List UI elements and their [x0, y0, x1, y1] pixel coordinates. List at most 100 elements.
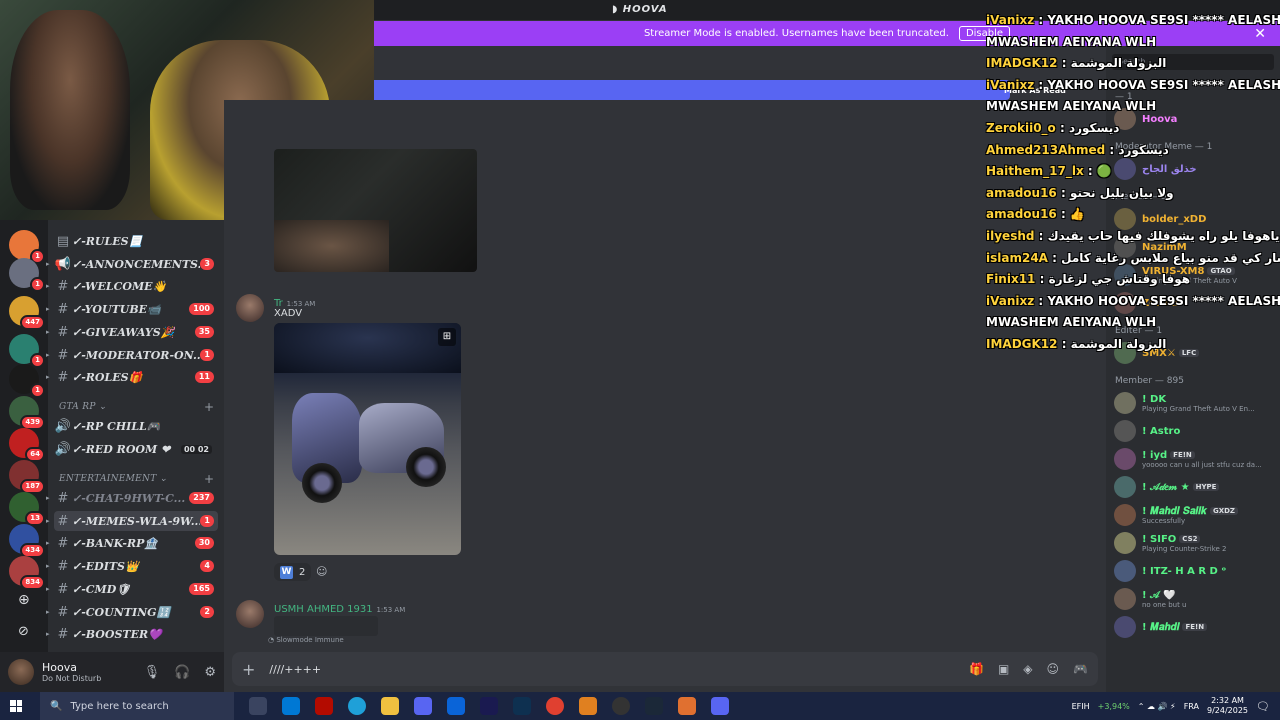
collapse-arrow-icon[interactable]: ▸	[46, 517, 50, 525]
member-item[interactable]: ! Astro	[1114, 418, 1278, 444]
channel-item[interactable]: # ✓-WELCOME👋	[54, 276, 218, 296]
illustrator-icon[interactable]	[315, 697, 333, 715]
clock[interactable]: 2:32 AM 9/24/2025	[1207, 696, 1248, 716]
edge-icon[interactable]	[348, 697, 366, 715]
member-item[interactable]: ! iyd FE!N yooooo can u all just stfu cuz …	[1114, 446, 1278, 472]
keyboard-layout[interactable]: FRA	[1184, 702, 1199, 711]
gift-icon[interactable]: 🎁	[969, 662, 984, 676]
collapse-arrow-icon[interactable]: ▸	[46, 630, 50, 638]
add-channel-icon[interactable]: +	[204, 472, 214, 486]
explore-icon[interactable]: ⊘	[18, 624, 29, 639]
chrome-icon[interactable]	[546, 697, 564, 715]
windows-start-icon[interactable]	[10, 700, 22, 712]
channel-item[interactable]: # ✓-CMD🛡 165	[54, 579, 218, 599]
discord-icon[interactable]	[711, 697, 729, 715]
member-item[interactable]: ! SIFO CS2 Playing Counter-Strike 2	[1114, 530, 1278, 556]
notifications-icon[interactable]: 🗨	[1256, 700, 1270, 713]
message-avatar[interactable]	[236, 294, 264, 322]
task-view-icon[interactable]	[249, 697, 267, 715]
collapse-arrow-icon[interactable]: ▸	[46, 328, 50, 336]
app-icon[interactable]	[579, 697, 597, 715]
stock-widget[interactable]: +3,94%	[1098, 702, 1130, 711]
overlay-chat-text: : ديسكورد	[1105, 142, 1169, 157]
obs-icon[interactable]	[612, 697, 630, 715]
collapse-arrow-icon[interactable]: ▸	[46, 351, 50, 359]
add-server-icon[interactable]: ⊕	[18, 592, 30, 608]
channel-item[interactable]: # ✓-MEMES-WLA-9W... 1	[54, 511, 218, 531]
channel-item[interactable]: # ✓-BANK-RP🏦 30	[54, 533, 218, 553]
collapse-arrow-icon[interactable]: ▸	[46, 585, 50, 593]
tray-icons[interactable]: ⌃ ☁ 🔊 ⚡	[1138, 702, 1176, 711]
channel-item[interactable]: 📢 ✓-ANNONCEMENTS... 3	[54, 254, 218, 274]
embed-preview[interactable]	[274, 616, 378, 636]
message-input[interactable]: ////++++	[269, 663, 955, 676]
gallery-icon[interactable]: ⊞	[438, 328, 456, 346]
server-icon[interactable]: 439	[9, 396, 45, 430]
member-item[interactable]: ! ITZ- H A R D ᵒ	[1114, 558, 1278, 584]
collapse-arrow-icon[interactable]: ▸	[46, 305, 50, 313]
server-icon[interactable]: 1	[9, 364, 45, 398]
member-item[interactable]: ! 𝑴𝒂𝒉𝒅𝒊 FE!N	[1114, 614, 1278, 640]
app-icon[interactable]	[678, 697, 696, 715]
member-item[interactable]: ! 𝑴𝒂𝒉𝒅𝒊 𝑺𝒂𝒍𝒊𝒌 GXDZ Successfully	[1114, 502, 1278, 528]
server-icon[interactable]: 834	[9, 556, 45, 590]
collapse-arrow-icon[interactable]: ▸	[46, 539, 50, 547]
member-item[interactable]: ! 𝒜 🤍 no one but u	[1114, 586, 1278, 612]
file-explorer-icon[interactable]	[381, 697, 399, 715]
reaction-pill[interactable]: W 2	[274, 563, 312, 581]
channel-category[interactable]: GTA RP ⌄	[59, 402, 107, 412]
server-icon[interactable]: 1	[9, 258, 45, 292]
collapse-arrow-icon[interactable]: ▸	[46, 282, 50, 290]
outlook-icon[interactable]	[447, 697, 465, 715]
message-composer[interactable]: + ////++++ 🎁 ▣ ◈ ☺ 🎮	[232, 652, 1098, 686]
motorcycle-image[interactable]: ⊞	[274, 323, 461, 555]
sticker-icon[interactable]: ◈	[1023, 662, 1032, 676]
channel-item[interactable]: # ✓-CHAT-9HWT-C... 237	[54, 488, 218, 508]
channel-category[interactable]: ENTERTAINEMENT ⌄	[59, 474, 168, 484]
store-icon[interactable]	[282, 697, 300, 715]
message-author[interactable]: USMH AHMED 1931	[274, 604, 373, 615]
channel-item[interactable]: ▤ ✓-RULES📃	[54, 231, 218, 251]
collapse-arrow-icon[interactable]: ▸	[46, 494, 50, 502]
member-item[interactable]: ! 𝒜𝒹𝑒𝓂 ★ HYPE	[1114, 474, 1278, 500]
language-indicator[interactable]: EFIH	[1072, 702, 1090, 711]
channel-item[interactable]: 🔊 ✓-RP CHILL🎮	[54, 416, 218, 436]
channel-item[interactable]: # ✓-YOUTUBE📹 100	[54, 299, 218, 319]
server-icon[interactable]: 447	[9, 296, 45, 330]
add-attachment-icon[interactable]: +	[242, 660, 255, 679]
taskbar-search[interactable]: 🔍 Type here to search	[40, 692, 234, 720]
apps-icon[interactable]: 🎮	[1073, 662, 1088, 676]
steam-icon[interactable]	[645, 697, 663, 715]
channel-item[interactable]: # ✓-ROLES🎁 11	[54, 367, 218, 387]
emoji-icon[interactable]: ☺	[1047, 662, 1060, 676]
channel-item[interactable]: # ✓-MODERATOR-ON... 1	[54, 345, 218, 365]
member-item[interactable]: ! DK Playing Grand Theft Auto V En...	[1114, 390, 1278, 416]
server-icon[interactable]: 13	[9, 492, 45, 526]
add-reaction-icon[interactable]: ☺	[316, 565, 327, 578]
avatar[interactable]	[8, 659, 34, 685]
gear-icon[interactable]: ⚙	[204, 665, 216, 680]
channel-item[interactable]: # ✓-EDITS👑 4	[54, 556, 218, 576]
server-icon[interactable]: 434	[9, 524, 45, 558]
server-icon[interactable]: 64	[9, 428, 45, 462]
server-icon[interactable]: 1	[9, 334, 45, 368]
channel-item[interactable]: # ✓-BOOSTER💜	[54, 624, 218, 644]
message-avatar[interactable]	[236, 600, 264, 628]
gif-icon[interactable]: ▣	[998, 662, 1009, 676]
photoshop-icon[interactable]	[513, 697, 531, 715]
server-icon[interactable]: 1	[9, 230, 45, 264]
server-icon[interactable]: 187	[9, 460, 45, 494]
channel-item[interactable]: # ✓-COUNTING🔢 2	[54, 602, 218, 622]
channel-item[interactable]: # ✓-GIVEAWAYS🎉 35	[54, 322, 218, 342]
add-channel-icon[interactable]: +	[204, 400, 214, 414]
unread-bar[interactable]	[374, 80, 1010, 100]
collapse-arrow-icon[interactable]: ▸	[46, 608, 50, 616]
premiere-icon[interactable]	[480, 697, 498, 715]
collapse-arrow-icon[interactable]: ▸	[46, 373, 50, 381]
collapse-arrow-icon[interactable]: ▸	[46, 260, 50, 268]
discord-icon[interactable]	[414, 697, 432, 715]
channel-item[interactable]: 🔊 ✓-RED ROOM ❤ 00 02	[54, 439, 218, 459]
collapse-arrow-icon[interactable]: ▸	[46, 562, 50, 570]
microphone-icon[interactable]: 🎙	[144, 665, 161, 680]
headphones-icon[interactable]: 🎧	[174, 665, 190, 680]
